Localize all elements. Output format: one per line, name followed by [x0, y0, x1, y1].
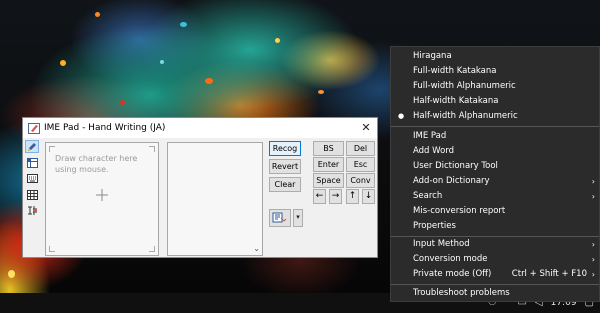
menu-item-label: Properties: [413, 221, 456, 231]
conv-button[interactable]: Conv: [346, 173, 375, 188]
private-mode-shortcut: Ctrl + Shift + F10: [511, 269, 587, 279]
menu-item-half-width-alphanumeric[interactable]: ● Half-width Alphanumeric: [391, 109, 599, 124]
grid-icon[interactable]: [25, 156, 39, 169]
menu-separator: [391, 284, 599, 285]
menu-item-label: IME Pad: [413, 131, 447, 141]
ime-pad-icon: [28, 122, 40, 134]
menu-item-private-mode[interactable]: Private mode (Off) Ctrl + Shift + F10 ›: [391, 267, 599, 282]
recog-button[interactable]: Recog: [269, 141, 301, 156]
menu-item-label: Half-width Katakana: [413, 96, 499, 106]
canvas-corner: [49, 146, 55, 152]
menu-item-user-dictionary-tool[interactable]: User Dictionary Tool: [391, 159, 599, 174]
pen-icon[interactable]: [25, 140, 39, 153]
menu-item-label: Troubleshoot problems: [413, 288, 510, 298]
pad-sidebar: [25, 140, 41, 217]
del-button[interactable]: Del: [346, 141, 375, 156]
candidate-list[interactable]: ⌄: [167, 142, 263, 256]
menu-separator: [391, 126, 599, 127]
ime-context-menu: Hiragana Full-width Katakana Full-width …: [390, 46, 600, 302]
selected-radio-icon: ●: [398, 112, 405, 120]
menu-item-label: Input Method: [413, 239, 470, 249]
menu-item-label: Mis-conversion report: [413, 206, 506, 216]
chevron-right-icon: ›: [591, 177, 595, 186]
menu-item-label: Hiragana: [413, 51, 452, 61]
handwriting-canvas[interactable]: Draw character here using mouse.: [45, 142, 159, 256]
close-button[interactable]: ✕: [357, 118, 375, 138]
chevron-right-icon: ›: [591, 255, 595, 264]
menu-item-add-word[interactable]: Add Word: [391, 144, 599, 159]
menu-item-label: Conversion mode: [413, 254, 488, 264]
menu-item-label: Half-width Alphanumeric: [413, 111, 518, 121]
menu-item-label: Add-on Dictionary: [413, 176, 490, 186]
draw-hint: Draw character here using mouse.: [55, 154, 138, 174]
menu-item-full-width-katakana[interactable]: Full-width Katakana: [391, 64, 599, 79]
revert-button[interactable]: Revert: [269, 159, 301, 174]
menu-item-label: Full-width Katakana: [413, 66, 497, 76]
menu-item-label: Private mode (Off): [413, 269, 492, 279]
menu-item-input-method[interactable]: Input Method ›: [391, 237, 599, 252]
menu-item-label: Search: [413, 191, 443, 201]
menu-item-ime-pad[interactable]: IME Pad: [391, 129, 599, 144]
title-bar[interactable]: IME Pad - Hand Writing (JA) ✕: [23, 118, 377, 138]
arrow-up-button[interactable]: ↑: [346, 189, 359, 204]
menu-item-troubleshoot[interactable]: Troubleshoot problems: [391, 286, 599, 301]
input-mode-button[interactable]: [269, 209, 291, 227]
ime-pad-window: IME Pad - Hand Writing (JA) ✕ Draw chara…: [22, 117, 378, 258]
menu-item-label: User Dictionary Tool: [413, 161, 498, 171]
canvas-corner: [149, 146, 155, 152]
chevron-right-icon: ›: [591, 192, 595, 201]
menu-item-half-width-katakana[interactable]: Half-width Katakana: [391, 94, 599, 109]
menu-item-hiragana[interactable]: Hiragana: [391, 49, 599, 64]
window-title: IME Pad - Hand Writing (JA): [44, 123, 166, 133]
menu-item-full-width-alphanumeric[interactable]: Full-width Alphanumeric: [391, 79, 599, 94]
bs-button[interactable]: BS: [313, 141, 344, 156]
keyboard-icon[interactable]: [25, 172, 39, 185]
input-mode-dropdown[interactable]: ▾: [293, 209, 303, 227]
menu-item-label: Add Word: [413, 146, 455, 156]
canvas-corner: [49, 246, 55, 252]
menu-item-search[interactable]: Search ›: [391, 189, 599, 204]
menu-item-properties[interactable]: Properties: [391, 219, 599, 234]
menu-item-conversion-mode[interactable]: Conversion mode ›: [391, 252, 599, 267]
input-mode-icon: [272, 212, 287, 223]
arrow-left-button[interactable]: ←: [313, 189, 326, 204]
canvas-corner: [149, 246, 155, 252]
space-button[interactable]: Space: [313, 173, 344, 188]
chevron-right-icon: ›: [591, 240, 595, 249]
menu-item-mis-conversion-report[interactable]: Mis-conversion report: [391, 204, 599, 219]
clear-button[interactable]: Clear: [269, 177, 301, 192]
crosshair-icon: [96, 189, 108, 201]
arrow-down-button[interactable]: ↓: [362, 189, 375, 204]
chevron-right-icon: ›: [591, 270, 595, 279]
table-icon[interactable]: [25, 188, 39, 201]
scroll-down-icon[interactable]: ⌄: [253, 244, 260, 253]
arrow-right-button[interactable]: →: [329, 189, 342, 204]
radical-icon[interactable]: [25, 204, 39, 217]
esc-button[interactable]: Esc: [346, 157, 375, 172]
menu-item-label: Full-width Alphanumeric: [413, 81, 516, 91]
menu-item-add-on-dictionary[interactable]: Add-on Dictionary ›: [391, 174, 599, 189]
enter-button[interactable]: Enter: [313, 157, 344, 172]
